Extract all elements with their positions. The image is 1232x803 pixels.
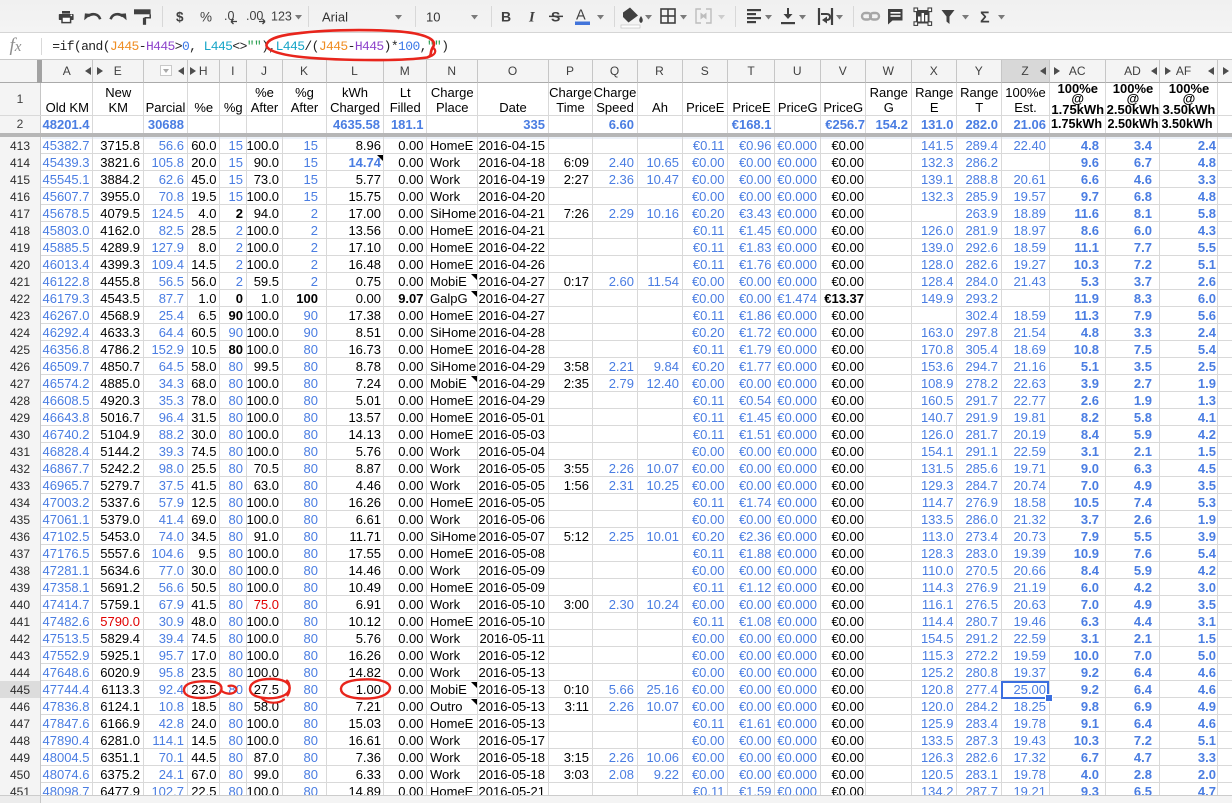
svg-text:Arial: Arial — [322, 10, 348, 25]
svg-text:$: $ — [176, 10, 184, 25]
svg-text:123: 123 — [271, 10, 292, 24]
svg-text:Σ: Σ — [980, 10, 990, 27]
svg-text:B: B — [501, 9, 511, 25]
svg-text:10: 10 — [426, 10, 440, 25]
svg-text:I: I — [528, 10, 536, 26]
svg-text:A: A — [576, 8, 586, 24]
svg-text:%: % — [200, 10, 212, 25]
